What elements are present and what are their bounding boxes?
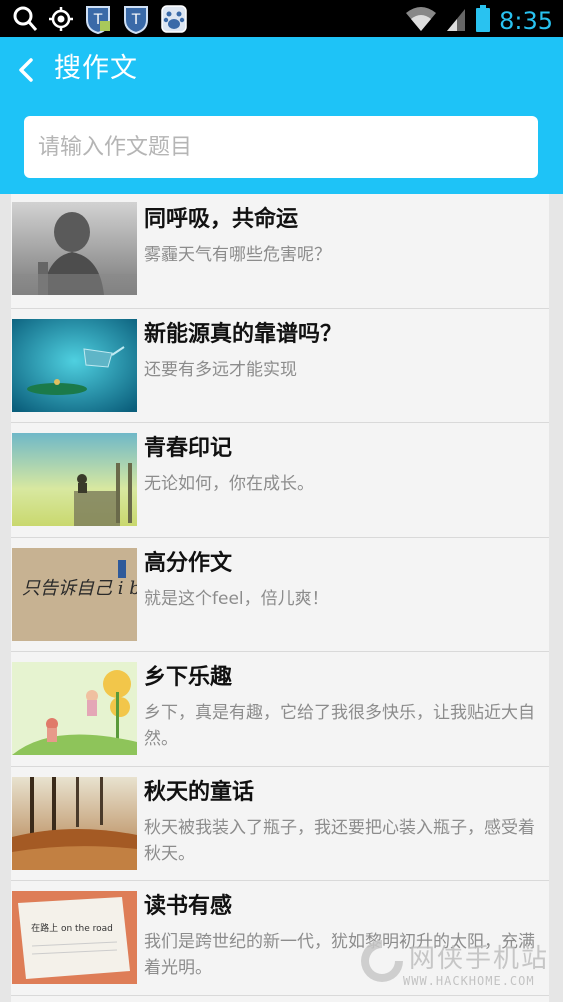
item-desc: 还要有多远才能实现 xyxy=(144,359,297,380)
app-header: 搜作文 xyxy=(0,37,563,194)
list-item[interactable]: 乡下乐趣 乡下，真是有趣，它给了我很多快乐，让我贴近大自然。 xyxy=(11,652,549,767)
watermark-url: WWW.HACKHOME.COM xyxy=(403,974,535,988)
back-button[interactable] xyxy=(14,55,38,85)
list-item[interactable]: 只告诉自己 i believe. 高分作文 就是这个feel，倍儿爽！ xyxy=(11,537,549,652)
item-desc: 无论如何，你在成长。 xyxy=(144,474,314,494)
thumbnail-image xyxy=(12,202,137,295)
thumb-text: 只告诉自己 i believe. xyxy=(22,578,137,599)
thumbnail-image xyxy=(12,433,137,526)
item-title: 同呼吸，共命运 xyxy=(144,207,299,232)
battery-icon xyxy=(475,4,491,38)
item-title: 乡下乐趣 xyxy=(144,665,233,690)
thumbnail-image xyxy=(12,662,137,755)
item-title: 秋天的童话 xyxy=(144,779,255,805)
watermark: 网侠手机站 WWW.HACKHOME.COM xyxy=(357,936,557,996)
essay-list: 同呼吸，共命运 雾霾天气有哪些危害呢？ 新能源真的靠谱吗？ 还要有多远才能实现 xyxy=(11,194,549,1002)
item-desc: 秋天被我装入了瓶子，我还要把心装入瓶子，感受着秋天。 xyxy=(144,817,535,864)
item-title: 读书有感 xyxy=(144,894,233,919)
shield-app-icon-2: T xyxy=(122,4,150,38)
item-title: 青春印记 xyxy=(144,436,233,461)
item-desc: 就是这个feel，倍儿爽！ xyxy=(144,588,329,609)
thumbnail-image xyxy=(12,776,137,870)
wifi-icon xyxy=(405,5,437,37)
item-desc: 雾霾天气有哪些危害呢？ xyxy=(144,245,331,265)
thumbnail-image xyxy=(12,318,137,412)
status-bar: T T 8:35 xyxy=(0,0,563,37)
item-desc: 乡下，真是有趣，它给了我很多快乐，让我贴近大自然。 xyxy=(144,703,535,749)
list-item[interactable]: 秋天的童话 秋天被我装入了瓶子，我还要把心装入瓶子，感受着秋天。 xyxy=(11,766,549,881)
shield-app-icon: T xyxy=(84,4,112,38)
signal-icon xyxy=(445,5,467,37)
item-title: 高分作文 xyxy=(144,550,233,576)
clock: 8:35 xyxy=(499,7,553,35)
chevron-left-icon xyxy=(19,58,33,82)
thumb-text: 在路上 on the road xyxy=(31,922,113,934)
location-icon xyxy=(48,5,74,37)
search-icon xyxy=(12,5,38,37)
page-title: 搜作文 xyxy=(54,53,138,84)
scrollbar-track xyxy=(549,194,563,1002)
watermark-name: 网侠手机站 xyxy=(409,944,550,974)
svg-text:T: T xyxy=(131,12,141,28)
thumbnail-image: 在路上 on the road xyxy=(12,891,137,984)
thumbnail-image: 只告诉自己 i believe. xyxy=(12,547,137,641)
search-input[interactable] xyxy=(24,116,538,178)
list-item[interactable]: 同呼吸，共命运 雾霾天气有哪些危害呢？ xyxy=(11,194,549,309)
list-item[interactable]: 青春印记 无论如何，你在成长。 xyxy=(11,423,549,538)
watermark-logo-icon xyxy=(361,940,403,982)
baidu-app-icon xyxy=(160,4,188,38)
list-item[interactable]: 新能源真的靠谱吗？ 还要有多远才能实现 xyxy=(11,308,549,423)
item-title: 新能源真的靠谱吗？ xyxy=(144,321,343,347)
